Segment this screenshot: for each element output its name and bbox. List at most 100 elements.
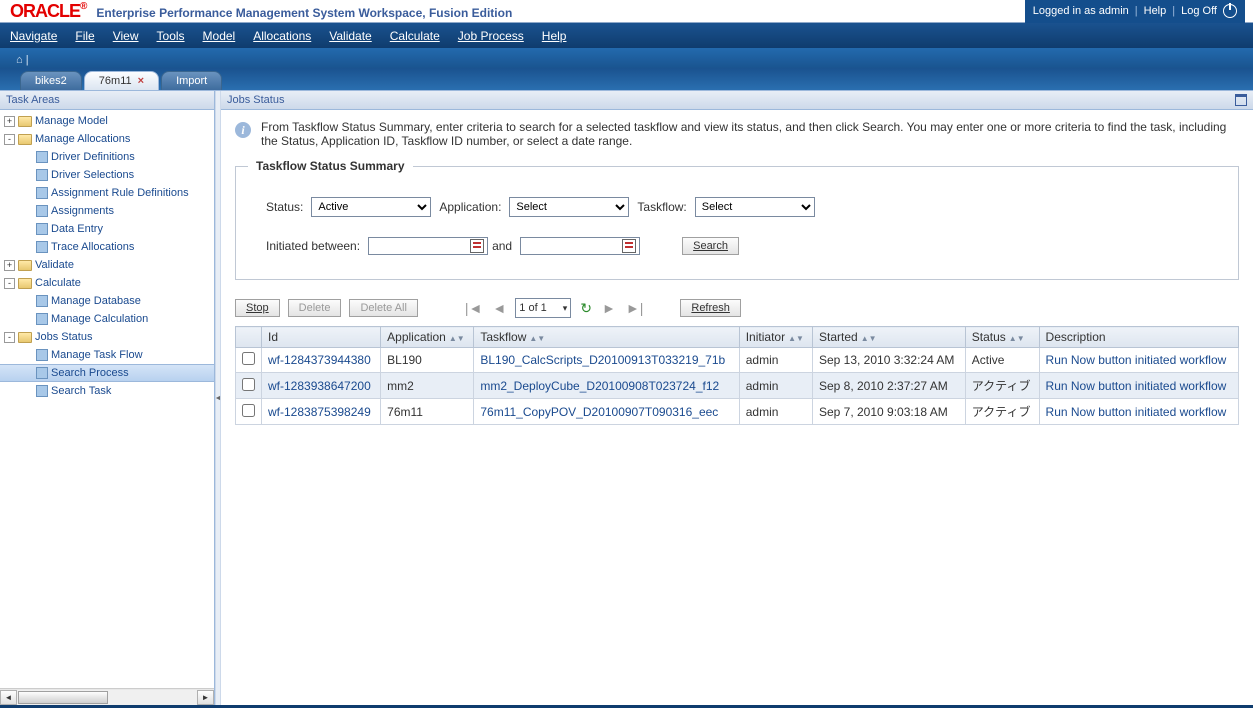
application-select[interactable]: Select (509, 197, 629, 217)
menu-allocations[interactable]: Allocations (253, 29, 311, 43)
tree-leaf-data-entry[interactable]: Data Entry (0, 220, 214, 238)
expander-icon[interactable]: - (4, 278, 15, 289)
tree-label: Validate (35, 259, 74, 271)
menu-model[interactable]: Model (203, 29, 236, 43)
tree-leaf-manage-task-flow[interactable]: Manage Task Flow (0, 346, 214, 364)
logoff-link[interactable]: Log Off (1181, 5, 1217, 17)
tree-label: Manage Allocations (35, 133, 130, 145)
leaf-icon (36, 187, 48, 199)
next-page-icon[interactable]: ► (601, 300, 617, 316)
maximize-icon[interactable] (1235, 94, 1247, 106)
expander-icon[interactable]: - (4, 134, 15, 145)
logged-in-label: Logged in as admin (1033, 5, 1129, 17)
refresh-icon[interactable]: ↻ (579, 300, 593, 317)
main: Task Areas +Manage Model-Manage Allocati… (0, 90, 1253, 705)
table-cell: wf-1283938647200 (262, 373, 381, 399)
task-tree[interactable]: +Manage Model - Manage Allocations Driver D… (0, 110, 214, 688)
scroll-right-button[interactable]: ► (197, 690, 214, 705)
table-header-row: Id Application▲▼ Taskflow▲▼ Initiator▲▼ … (236, 327, 1239, 348)
menu-calculate[interactable]: Calculate (390, 29, 440, 43)
last-page-icon[interactable]: ►| (625, 300, 645, 316)
table-row[interactable]: wf-1284373944380BL190BL190_CalcScripts_D… (236, 348, 1239, 373)
info-icon: i (235, 122, 251, 138)
delete-button[interactable]: Delete (288, 299, 342, 317)
col-started[interactable]: Started▲▼ (812, 327, 965, 348)
delete-all-button[interactable]: Delete All (349, 299, 417, 317)
tree-leaf-assignments[interactable]: Assignments (0, 202, 214, 220)
tree-leaf-manage-calculation[interactable]: Manage Calculation (0, 310, 214, 328)
expander-icon[interactable]: + (4, 116, 15, 127)
tree-leaf-trace-allocations[interactable]: Trace Allocations (0, 238, 214, 256)
leaf-icon (36, 313, 48, 325)
tab-76m11[interactable]: 76m11 × (84, 71, 159, 90)
tree-node-jobs-status[interactable]: -Jobs Status (0, 328, 214, 346)
page-select[interactable]: 1 of 1 (515, 298, 571, 318)
col-id[interactable]: Id (262, 327, 381, 348)
col-initiator[interactable]: Initiator▲▼ (739, 327, 812, 348)
tab-import[interactable]: Import (161, 71, 222, 90)
table-cell[interactable] (236, 373, 262, 399)
power-icon[interactable] (1223, 4, 1237, 18)
tab-label: bikes2 (35, 75, 67, 87)
calendar-icon[interactable] (470, 239, 484, 253)
tree-leaf-driver-selections[interactable]: Driver Selections (0, 166, 214, 184)
taskflow-select[interactable]: Select (695, 197, 815, 217)
table-cell[interactable] (236, 348, 262, 373)
table-cell: BL190_CalcScripts_D20100913T033219_71b (474, 348, 739, 373)
tree-label: Search Task (51, 385, 111, 397)
folder-icon (18, 332, 32, 343)
help-link[interactable]: Help (1144, 5, 1167, 17)
tree-leaf-driver-definitions[interactable]: Driver Definitions (0, 148, 214, 166)
tree-leaf-search-task[interactable]: Search Task (0, 382, 214, 400)
sidebar-scrollbar[interactable]: ◄ ► (0, 688, 214, 705)
menu-file[interactable]: File (75, 29, 94, 43)
status-select[interactable]: Active (311, 197, 431, 217)
menu-job-process[interactable]: Job Process (458, 29, 524, 43)
table-cell: wf-1284373944380 (262, 348, 381, 373)
tree-leaf-search-process[interactable]: Search Process (0, 364, 214, 382)
col-status[interactable]: Status▲▼ (965, 327, 1039, 348)
col-check[interactable] (236, 327, 262, 348)
fieldset-legend: Taskflow Status Summary (248, 159, 413, 173)
tree-node-calculate[interactable]: -Calculate (0, 274, 214, 292)
menu-tools[interactable]: Tools (157, 29, 185, 43)
product-name: Enterprise Performance Management System… (96, 6, 512, 20)
menu-help[interactable]: Help (542, 29, 567, 43)
first-page-icon[interactable]: |◄ (464, 300, 484, 316)
scroll-left-button[interactable]: ◄ (0, 690, 17, 705)
menu-validate[interactable]: Validate (329, 29, 371, 43)
tree-node-manage-model[interactable]: +Manage Model (0, 112, 214, 130)
scroll-thumb[interactable] (18, 691, 108, 704)
table-cell[interactable] (236, 399, 262, 425)
col-description[interactable]: Description (1039, 327, 1238, 348)
home-icon[interactable]: ⌂ | (16, 54, 29, 66)
menu-view[interactable]: View (113, 29, 139, 43)
filter-row-1: Status: Active Application: Select Taskf… (266, 197, 1208, 217)
row-checkbox[interactable] (242, 378, 255, 391)
row-checkbox[interactable] (242, 404, 255, 417)
tab-bikes2[interactable]: bikes2 (20, 71, 82, 90)
refresh-button[interactable]: Refresh (680, 299, 741, 317)
tree-node-validate[interactable]: + Validate (0, 256, 214, 274)
table-cell: 76m11 (381, 399, 474, 425)
content: Jobs Status i From Taskflow Status Summa… (221, 91, 1253, 705)
filter-row-2: Initiated between: and Search (266, 237, 1208, 255)
table-row[interactable]: wf-128387539824976m1176m11_CopyPOV_D2010… (236, 399, 1239, 425)
stop-button[interactable]: Stop (235, 299, 280, 317)
col-application[interactable]: Application▲▼ (381, 327, 474, 348)
prev-page-icon[interactable]: ◄ (491, 300, 507, 316)
results-table: Id Application▲▼ Taskflow▲▼ Initiator▲▼ … (235, 326, 1239, 425)
col-taskflow[interactable]: Taskflow▲▼ (474, 327, 739, 348)
search-button[interactable]: Search (682, 237, 739, 255)
tree-leaf-manage-database[interactable]: Manage Database (0, 292, 214, 310)
table-row[interactable]: wf-1283938647200mm2mm2_DeployCube_D20100… (236, 373, 1239, 399)
tree-leaf-assignment-rule-definitions[interactable]: Assignment Rule Definitions (0, 184, 214, 202)
expander-icon[interactable]: - (4, 332, 15, 343)
tree-node-manage-allocations[interactable]: - Manage Allocations (0, 130, 214, 148)
row-checkbox[interactable] (242, 352, 255, 365)
expander-icon[interactable]: + (4, 260, 15, 271)
calendar-icon[interactable] (622, 239, 636, 253)
tree-label: Assignment Rule Definitions (51, 187, 189, 199)
menu-navigate[interactable]: Navigate (10, 29, 57, 43)
close-icon[interactable]: × (138, 75, 144, 87)
